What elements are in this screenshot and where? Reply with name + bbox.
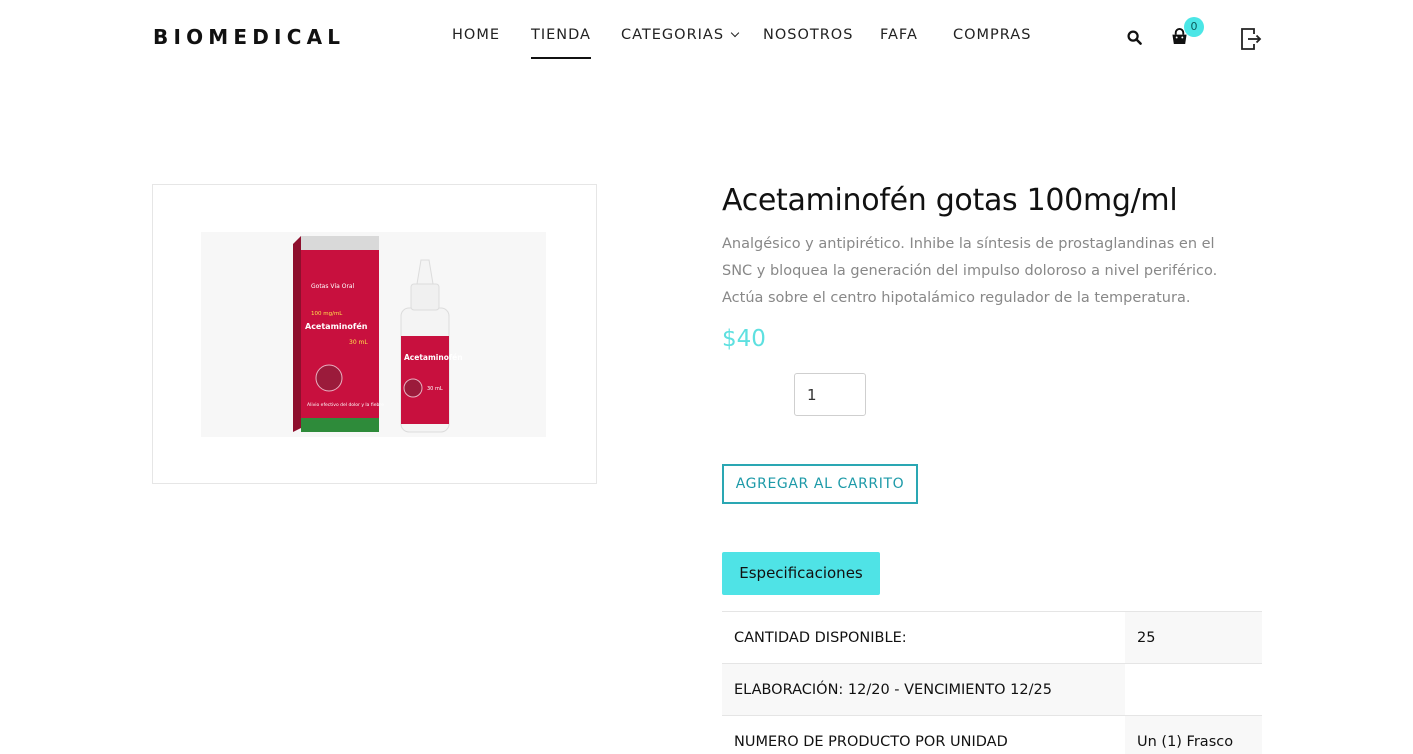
tab-especificaciones[interactable]: Especificaciones bbox=[722, 552, 880, 595]
logout-icon[interactable] bbox=[1240, 27, 1262, 51]
nav-tienda[interactable]: TIENDA bbox=[531, 27, 591, 59]
spec-value bbox=[1125, 663, 1262, 716]
table-row: CANTIDAD DISPONIBLE: 25 bbox=[722, 611, 1262, 664]
spec-label: CANTIDAD DISPONIBLE: bbox=[722, 611, 1125, 664]
table-row: NUMERO DE PRODUCTO POR UNIDAD Un (1) Fra… bbox=[722, 715, 1262, 754]
box-text-5: Alivio efectivo del dolor y la fiebre bbox=[307, 402, 384, 408]
nav-fafa[interactable]: FAFA bbox=[880, 27, 918, 43]
product-price: $40 bbox=[722, 326, 766, 352]
nav-compras[interactable]: COMPRAS bbox=[953, 27, 1031, 43]
nav-nosotros[interactable]: NOSOTROS bbox=[763, 27, 853, 43]
product-image[interactable]: Gotas Vía Oral 100 mg/mL Acetaminofén 30… bbox=[201, 232, 546, 437]
table-row: ELABORACIÓN: 12/20 - VENCIMIENTO 12/25 bbox=[722, 663, 1262, 716]
nav-home[interactable]: HOME bbox=[452, 27, 500, 43]
site-logo[interactable]: BIOMEDICAL bbox=[153, 25, 345, 49]
add-to-cart-button[interactable]: AGREGAR AL CARRITO bbox=[722, 464, 918, 504]
specs-table: CANTIDAD DISPONIBLE: 25 ELABORACIÓN: 12/… bbox=[722, 611, 1262, 754]
spec-label: NUMERO DE PRODUCTO POR UNIDAD bbox=[722, 715, 1125, 754]
product-description: Analgésico y antipirético. Inhibe la sín… bbox=[722, 236, 1218, 306]
spec-value: Un (1) Frasco bbox=[1125, 715, 1262, 754]
nav-categorias[interactable]: CATEGORIAS bbox=[621, 27, 740, 43]
product-image-frame: Gotas Vía Oral 100 mg/mL Acetaminofén 30… bbox=[152, 184, 597, 484]
bottle-text-2: 30 mL bbox=[427, 386, 443, 392]
product-title: Acetaminofén gotas 100mg/ml bbox=[722, 183, 1178, 218]
box-text-1: Gotas Vía Oral bbox=[311, 283, 355, 290]
product-photo: Gotas Vía Oral 100 mg/mL Acetaminofén 30… bbox=[293, 236, 463, 433]
search-icon[interactable] bbox=[1127, 30, 1142, 45]
box-text-4: 30 mL bbox=[349, 339, 368, 346]
box-text-3: Acetaminofén bbox=[305, 321, 368, 331]
box-text-2: 100 mg/mL bbox=[311, 311, 343, 317]
chevron-down-icon bbox=[730, 28, 740, 38]
nav-categorias-label: CATEGORIAS bbox=[621, 27, 725, 43]
quantity-input[interactable] bbox=[794, 373, 866, 416]
bottle-text-1: Acetaminofén bbox=[404, 353, 463, 362]
cart-count-badge: 0 bbox=[1184, 17, 1204, 37]
spec-value: 25 bbox=[1125, 611, 1262, 664]
spec-label: ELABORACIÓN: 12/20 - VENCIMIENTO 12/25 bbox=[722, 663, 1125, 716]
